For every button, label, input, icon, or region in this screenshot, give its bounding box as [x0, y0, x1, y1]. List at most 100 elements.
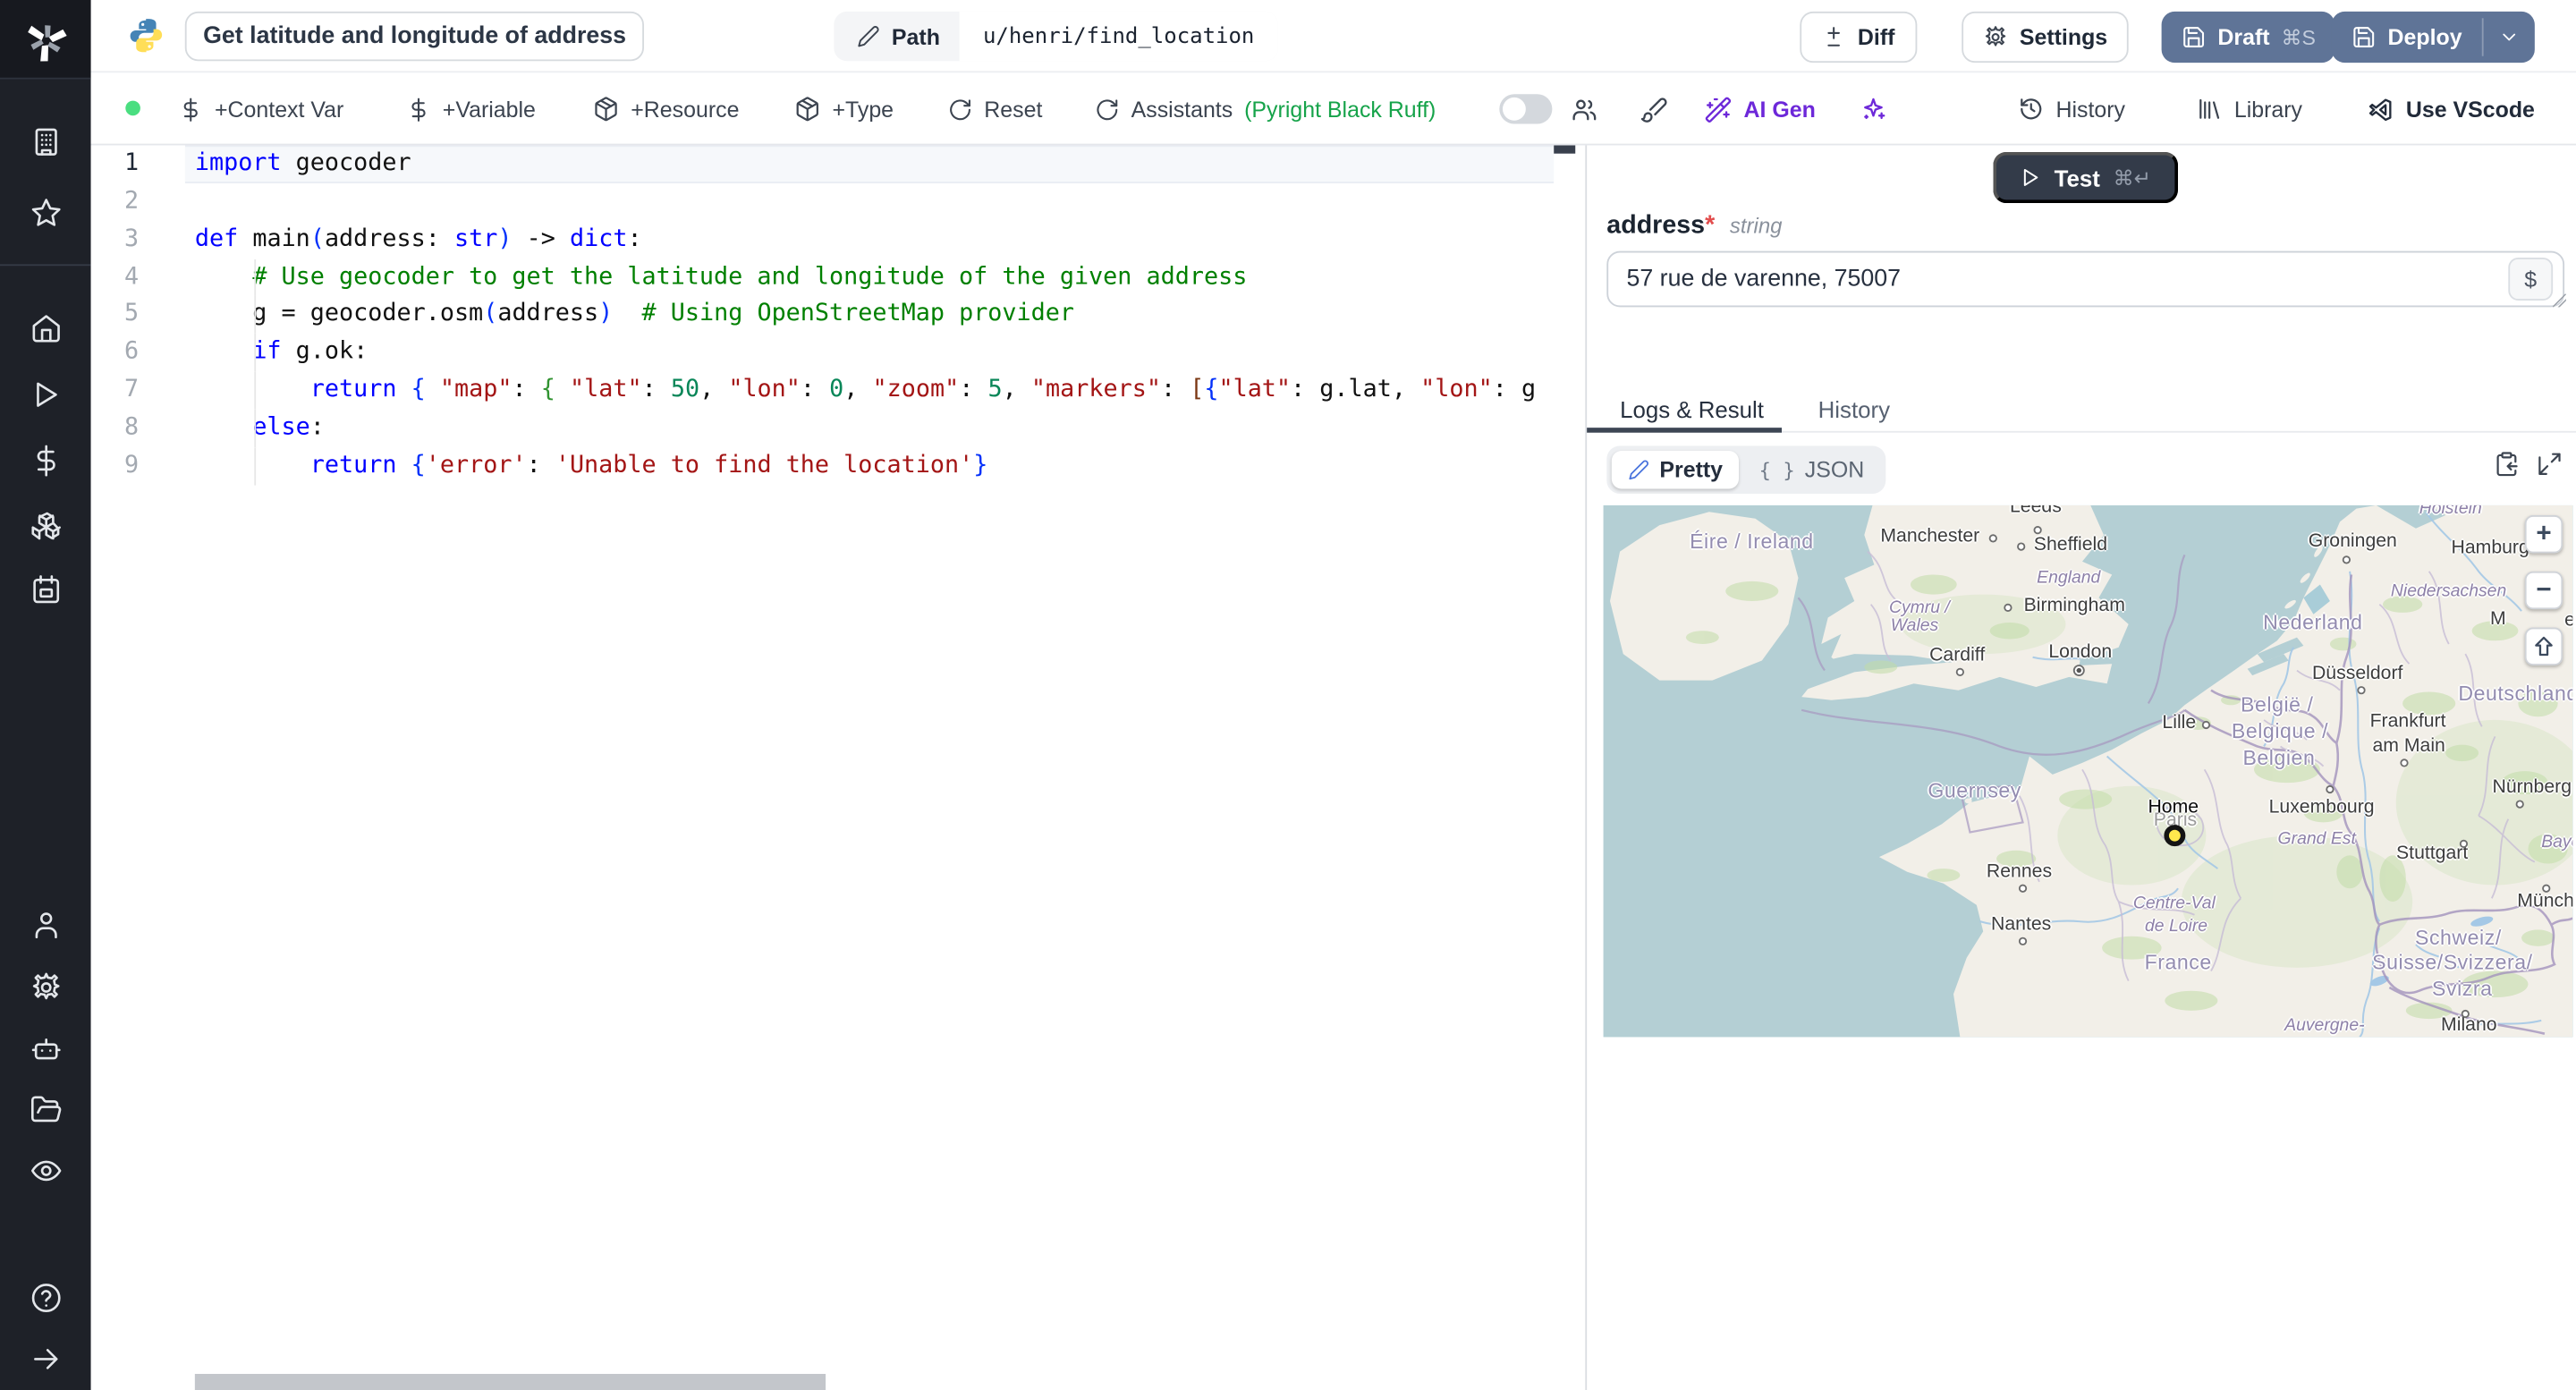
code-line[interactable]: return { "map": { "lat": 50, "lon": 0, "… — [185, 371, 1554, 410]
user-icon — [34, 912, 56, 938]
use-vscode-button[interactable]: Use VScode — [2367, 72, 2535, 145]
editor-horizontal-scrollbar[interactable] — [194, 1373, 826, 1390]
sidebar-item-runs[interactable] — [0, 363, 91, 426]
building-icon — [34, 128, 56, 156]
map-label: München — [2517, 891, 2573, 911]
dollar-icon — [411, 97, 426, 121]
sidebar-item-settings[interactable] — [0, 956, 91, 1019]
map-city-dot — [2541, 885, 2550, 894]
sidebar-item-users[interactable] — [0, 894, 91, 956]
script-title-input[interactable] — [184, 11, 644, 62]
run-panel: Test ⌘↵ address* string $ Logs & Result … — [1585, 145, 2576, 1390]
map-zoom-in-button[interactable]: + — [2524, 514, 2563, 554]
map-label: e — [2564, 611, 2572, 631]
map-marker[interactable] — [2164, 825, 2186, 847]
tab-logs-result[interactable]: Logs & Result — [1620, 386, 1764, 433]
code-line[interactable]: # Use geocoder to get the latitude and l… — [185, 258, 1554, 296]
textarea-resize-handle[interactable] — [2553, 293, 2566, 308]
code-line[interactable]: def main(address: str) -> dict: — [185, 221, 1554, 259]
ai-sparkles-button[interactable] — [1860, 72, 1887, 145]
rotate-icon — [950, 98, 970, 120]
map-label: Milano — [2441, 1015, 2497, 1036]
line-number: 8 — [123, 414, 140, 441]
reset-button[interactable]: Reset — [948, 72, 1043, 145]
diff-label: Diff — [1857, 24, 1895, 50]
insert-variable-button[interactable]: $ — [2508, 257, 2554, 301]
assistants-button[interactable]: Assistants (Pyright Black Ruff) — [1095, 72, 1436, 145]
app-window: Path u/henri/find_location Diff Settings… — [0, 0, 2576, 1390]
settings-label: Settings — [2019, 24, 2108, 50]
code-line[interactable] — [185, 183, 1554, 221]
map-label: London — [2048, 641, 2113, 663]
map-zoom-out-button[interactable]: − — [2524, 571, 2563, 610]
diff-button[interactable]: Diff — [1800, 11, 1917, 64]
address-input[interactable] — [1606, 250, 2565, 308]
result-tabs: Logs & Result History — [1587, 386, 2576, 433]
pencil-icon — [858, 26, 879, 47]
result-map[interactable]: Leeds Éire / Ireland Manchester Sheffield En… — [1603, 504, 2573, 1038]
sidebar-item-workers[interactable] — [0, 1017, 91, 1080]
map-city-dot — [2200, 720, 2210, 730]
pen-icon — [1629, 460, 1649, 480]
tab-history[interactable]: History — [1818, 386, 1890, 433]
add-variable-button[interactable]: +Variable — [406, 72, 536, 145]
json-view-button[interactable]: { } JSON — [1742, 451, 1881, 488]
sidebar-item-home[interactable] — [0, 297, 91, 360]
format-button[interactable] — [1640, 72, 1667, 145]
sidebar-item-resources[interactable] — [0, 494, 91, 556]
sidebar-item-schedules[interactable] — [0, 558, 91, 621]
use-vscode-label: Use VScode — [2405, 96, 2535, 122]
sidebar-collapse-button[interactable] — [0, 1327, 91, 1390]
map-label: Suisse/Svizzera/ — [2372, 951, 2533, 975]
draft-button[interactable]: Draft ⌘S — [2161, 11, 2336, 64]
sparkles-icon — [1864, 97, 1885, 119]
ai-gen-button[interactable]: AI Gen — [1704, 72, 1816, 145]
required-asterisk: * — [1705, 211, 1716, 240]
editor-scrollbar-thumb[interactable] — [1554, 145, 1576, 154]
code-line[interactable]: else: — [185, 409, 1554, 447]
deploy-dropdown-button[interactable] — [2484, 12, 2535, 63]
argument-name: address — [1606, 211, 1706, 240]
settings-button[interactable]: Settings — [1962, 11, 2130, 64]
map-recenter-button[interactable] — [2524, 627, 2563, 665]
history-clock-icon — [2021, 98, 2042, 120]
code-editor[interactable]: 1 2 3 4 5 6 7 8 9 import geocoder def main(addres… — [90, 145, 1586, 1390]
history-button[interactable]: History — [2018, 72, 2125, 145]
copy-result-button[interactable] — [2494, 451, 2521, 478]
arrow-right-icon — [33, 1349, 57, 1369]
pretty-label: Pretty — [1659, 457, 1724, 483]
deploy-button[interactable]: Deploy — [2332, 12, 2482, 63]
test-button[interactable]: Test ⌘↵ — [1993, 151, 2178, 204]
code-line[interactable]: if g.ok: — [185, 334, 1554, 372]
sidebar-item-variables[interactable] — [0, 429, 91, 492]
map-label: België / — [2241, 693, 2314, 717]
braces-icon: { } — [1758, 458, 1795, 482]
path-display[interactable]: Path u/henri/find_location — [834, 11, 1278, 62]
map-label: Nederland — [2263, 610, 2363, 634]
reset-label: Reset — [984, 96, 1043, 122]
line-number: 3 — [123, 225, 140, 252]
magic-wand-icon — [1705, 96, 1732, 123]
sidebar-item-help[interactable] — [0, 1267, 91, 1329]
add-context-var-button[interactable]: +Context Var — [178, 72, 343, 145]
code-line[interactable]: import geocoder — [184, 145, 1555, 183]
sidebar-item-favorites[interactable] — [0, 182, 91, 244]
map-label: Svizra — [2432, 977, 2493, 1001]
sidebar-item-workspace[interactable] — [0, 111, 91, 174]
users-icon — [1572, 98, 1597, 120]
pretty-view-button[interactable]: Pretty — [1611, 450, 1740, 489]
expand-result-button[interactable] — [2537, 451, 2563, 478]
map-label: Frankfurt — [2369, 711, 2446, 732]
sidebar-item-folders[interactable] — [0, 1079, 91, 1141]
code-line[interactable]: return {'error': 'Unable to find the loc… — [185, 446, 1554, 485]
play-icon — [36, 382, 56, 407]
multiplayer-button[interactable] — [1571, 72, 1598, 145]
map-label: Düsseldorf — [2311, 664, 2403, 684]
library-button[interactable]: Library — [2196, 72, 2302, 145]
add-resource-button[interactable]: +Resource — [593, 72, 739, 145]
sidebar-item-audit[interactable] — [0, 1140, 91, 1202]
add-type-button[interactable]: +Type — [794, 72, 894, 145]
code-line[interactable]: g = geocoder.osm(address) # Using OpenSt… — [185, 296, 1554, 335]
assistant-toggle[interactable] — [1499, 94, 1553, 124]
workspace-logo[interactable] — [0, 0, 91, 80]
